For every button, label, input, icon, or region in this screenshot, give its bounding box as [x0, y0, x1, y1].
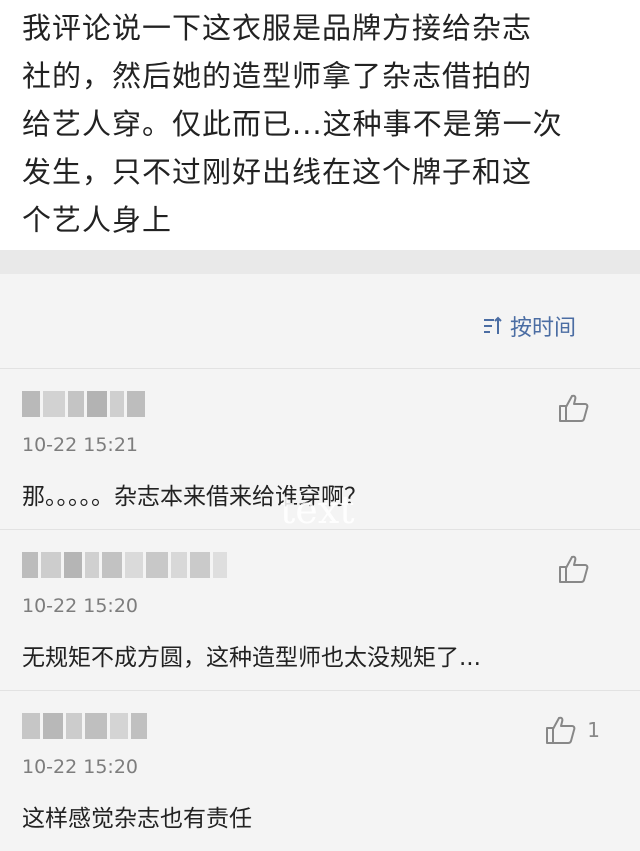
- comment-timestamp: 10-22 15:20: [22, 595, 139, 617]
- blurred-username: [22, 552, 227, 578]
- like-count: 1: [587, 718, 600, 742]
- sort-by-time-button[interactable]: 按时间: [482, 310, 576, 342]
- sort-icon: [483, 316, 502, 334]
- comment-text: 这样感觉杂志也有责任: [22, 806, 252, 832]
- comment-timestamp: 10-22 15:21: [22, 434, 139, 456]
- section-divider: [0, 250, 640, 274]
- blurred-username: [22, 391, 145, 417]
- blurred-username: [22, 713, 147, 739]
- main-comment-line: 个艺人身上: [22, 203, 173, 237]
- main-comment: 我评论说一下这衣服是品牌方接给杂志 社的，然后她的造型师拿了杂志借拍的 给艺人穿…: [0, 0, 640, 250]
- like-button[interactable]: [558, 554, 600, 584]
- comment-text: 那。。。。。杂志本来借来给谁穿啊？: [22, 484, 367, 510]
- comment-item: 10-22 15:20 这样感觉杂志也有责任 1: [0, 690, 640, 851]
- sort-bar: 按时间: [0, 274, 640, 368]
- thumbs-up-icon: [559, 555, 589, 583]
- comment-item: 10-22 15:20 无规矩不成方圆，这种造型师也太没规矩了...: [0, 529, 640, 690]
- comment-item: 10-22 15:21 那。。。。。杂志本来借来给谁穿啊？: [0, 368, 640, 529]
- like-button[interactable]: [558, 393, 600, 423]
- comment-timestamp: 10-22 15:20: [22, 756, 139, 778]
- like-button[interactable]: 1: [545, 715, 600, 745]
- comment-text: 无规矩不成方圆，这种造型师也太没规矩了...: [22, 645, 481, 671]
- main-comment-line: 给艺人穿。仅此而已...这种事不是第一次: [22, 107, 563, 141]
- main-comment-line: 社的，然后她的造型师拿了杂志借拍的: [22, 59, 533, 93]
- main-comment-line: 我评论说一下这衣服是品牌方接给杂志: [22, 11, 533, 45]
- main-comment-line: 发生，只不过刚好出线在这个牌子和这: [22, 155, 533, 189]
- thumbs-up-icon: [559, 394, 589, 422]
- sort-label: 按时间: [509, 316, 576, 341]
- thumbs-up-icon: [546, 716, 576, 744]
